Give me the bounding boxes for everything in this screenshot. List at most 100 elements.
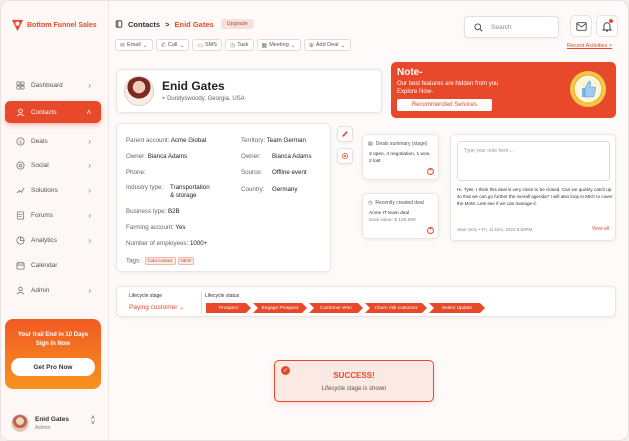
messages-button[interactable] (570, 15, 592, 37)
sidebar-item-analytics[interactable]: Analytics › (5, 229, 101, 251)
divider (201, 291, 202, 314)
lifecycle-step[interactable]: Select Update (429, 303, 485, 313)
view-all-link[interactable]: View all (592, 226, 609, 232)
gear-icon (341, 152, 349, 160)
sidebar-item-forums[interactable]: Forums › (5, 204, 101, 226)
notifications-button[interactable] (596, 15, 618, 37)
sidebar: Bottom Funnel Sales Dashboard › Contacts… (1, 1, 109, 440)
field-label: Parent account: (126, 137, 170, 144)
breadcrumb-contacts[interactable]: Contacts (128, 20, 160, 29)
notification-dot (609, 19, 613, 23)
deals-summary-line: 2 lost (369, 159, 381, 164)
lifecycle-steps: Prospect Engage Prospect Customer Won Ch… (206, 303, 487, 313)
chevron-down-icon: ⌄ (340, 42, 346, 49)
add-deal-action-button[interactable]: ⊕ Add Deal ⌄ (303, 39, 351, 51)
action-label: SMS (205, 42, 217, 48)
search-input[interactable]: Search (464, 16, 559, 38)
detail-phone: Phone: (126, 169, 146, 177)
field-label: Business type: (126, 208, 167, 215)
brand-name: Bottom Funnel Sales (27, 22, 97, 29)
sidebar-item-solutions[interactable]: Solutions › (5, 179, 101, 201)
thumbs-up-badge-icon (570, 71, 606, 107)
sidebar-item-label: Forums (31, 211, 54, 219)
field-label: Owner: (126, 153, 146, 160)
sidebar-item-deals[interactable]: $ Deals › (5, 130, 101, 152)
chevron-right-icon: › (88, 80, 91, 90)
detail-tags: Tags: Cold contact NEW (126, 257, 195, 266)
lifecycle-step[interactable]: Customer Won (309, 303, 363, 313)
lifecycle-step[interactable]: Churn risk customer (365, 303, 427, 313)
breadcrumb: Contacts > Enid Gates Upgrade (115, 19, 254, 29)
meeting-action-button[interactable]: ▦ Meeting ⌄ (256, 39, 301, 51)
chevron-right-icon: › (88, 185, 91, 195)
recent-activities-link[interactable]: Recent Activities > (567, 43, 612, 49)
app-frame: Bottom Funnel Sales Dashboard › Contacts… (0, 0, 629, 441)
add-deal-icon: ⊕ (308, 42, 314, 49)
search-placeholder: Search (491, 23, 512, 31)
field-label: Source: (241, 169, 263, 176)
detail-territory: Territory: Team German (241, 137, 306, 145)
success-title: SUCCESS! (333, 371, 375, 380)
pencil-icon (342, 131, 348, 137)
chevron-down-icon: ⌄ (290, 42, 296, 49)
tag-chip[interactable]: Cold contact (144, 257, 176, 265)
lifecycle-stage-select[interactable]: Paying customer ⌄ (129, 304, 184, 311)
get-pro-button[interactable]: Get Pro Now (11, 358, 95, 376)
field-label: Farming account: (126, 224, 174, 231)
expand-toggle-icon[interactable]: ˄ ˅ (91, 415, 95, 427)
upgrade-badge[interactable]: Upgrade (220, 19, 254, 29)
field-value: Acme Global (170, 137, 207, 144)
add-icon[interactable]: + (427, 227, 434, 234)
email-action-button[interactable]: ✉ Email ⌄ (115, 39, 153, 51)
sidebar-item-label: Calendar (31, 261, 58, 269)
field-value-continued: & storage (170, 192, 197, 199)
lifecycle-stage-value: Paying customer (129, 304, 178, 311)
note-input[interactable]: Type your note here.... (457, 141, 610, 181)
detail-industry: Industry type: Transportation & storage (126, 184, 210, 199)
sidebar-item-label: Solutions (31, 186, 58, 194)
sidebar-item-admin[interactable]: Admin › (5, 279, 101, 301)
sms-action-button[interactable]: ▭ SMS (192, 39, 222, 51)
action-label: Call (167, 42, 178, 48)
sidebar-item-label: Contacts (31, 108, 57, 116)
sidebar-item-label: Dashboard (31, 81, 63, 89)
lifecycle-step[interactable]: Engage Prospect (253, 303, 307, 313)
lifecycle-step[interactable]: Prospect (206, 303, 251, 313)
field-label: Number of employees: (126, 240, 189, 247)
recent-deal-title: Recently created deal (375, 200, 424, 206)
chevron-right-icon: › (88, 210, 91, 220)
chevron-right-icon: › (88, 136, 91, 146)
edit-button[interactable] (337, 126, 353, 142)
call-action-button[interactable]: ✆ Call ⌄ (155, 39, 190, 51)
note-meta: Stan Grey • Fri, 11 Dec, 2022 8:50PM (457, 227, 533, 232)
sidebar-item-contacts[interactable]: Contacts ˄ (5, 101, 101, 123)
deals-icon: $ (15, 136, 25, 146)
sidebar-item-calendar[interactable]: Calendar (5, 254, 101, 276)
recommended-services-button[interactable]: Recommended Services (397, 99, 492, 111)
detail-owner: Owner: Bianca Adams (126, 153, 187, 161)
action-label: Meeting (269, 42, 289, 48)
task-action-button[interactable]: ◷ Task (224, 39, 254, 51)
user-profile[interactable]: Enid Gates Admin ˄ ˅ (11, 411, 101, 435)
sidebar-item-dashboard[interactable]: Dashboard › (5, 74, 101, 96)
field-label: Country: (241, 186, 265, 193)
contact-name: Enid Gates (162, 79, 225, 93)
brand-logo[interactable]: Bottom Funnel Sales (11, 19, 97, 32)
field-label: Industry type: (126, 184, 164, 191)
field-label: Tags: (126, 257, 141, 265)
note-text: Our best features are hidden from you Ex… (397, 80, 498, 96)
tag-chip[interactable]: NEW (177, 257, 195, 265)
trial-sign-in-link[interactable]: Sign In Now (5, 340, 101, 349)
settings-button[interactable] (337, 148, 353, 164)
sidebar-item-social[interactable]: Social › (5, 154, 101, 176)
success-message: Lifecycle stage is shown (321, 386, 387, 392)
add-icon[interactable]: + (427, 168, 434, 175)
avatar (11, 414, 29, 432)
sidebar-item-label: Social (31, 161, 49, 169)
detail-farming-account: Farming account: Yes (126, 224, 186, 232)
field-value: Germany (272, 186, 298, 193)
trial-line-1: Your trail End in 10 Days (17, 332, 89, 338)
user-role: Admin (35, 424, 51, 431)
field-value: Team German (266, 137, 306, 144)
detail-country: Country: Germany (241, 186, 297, 194)
